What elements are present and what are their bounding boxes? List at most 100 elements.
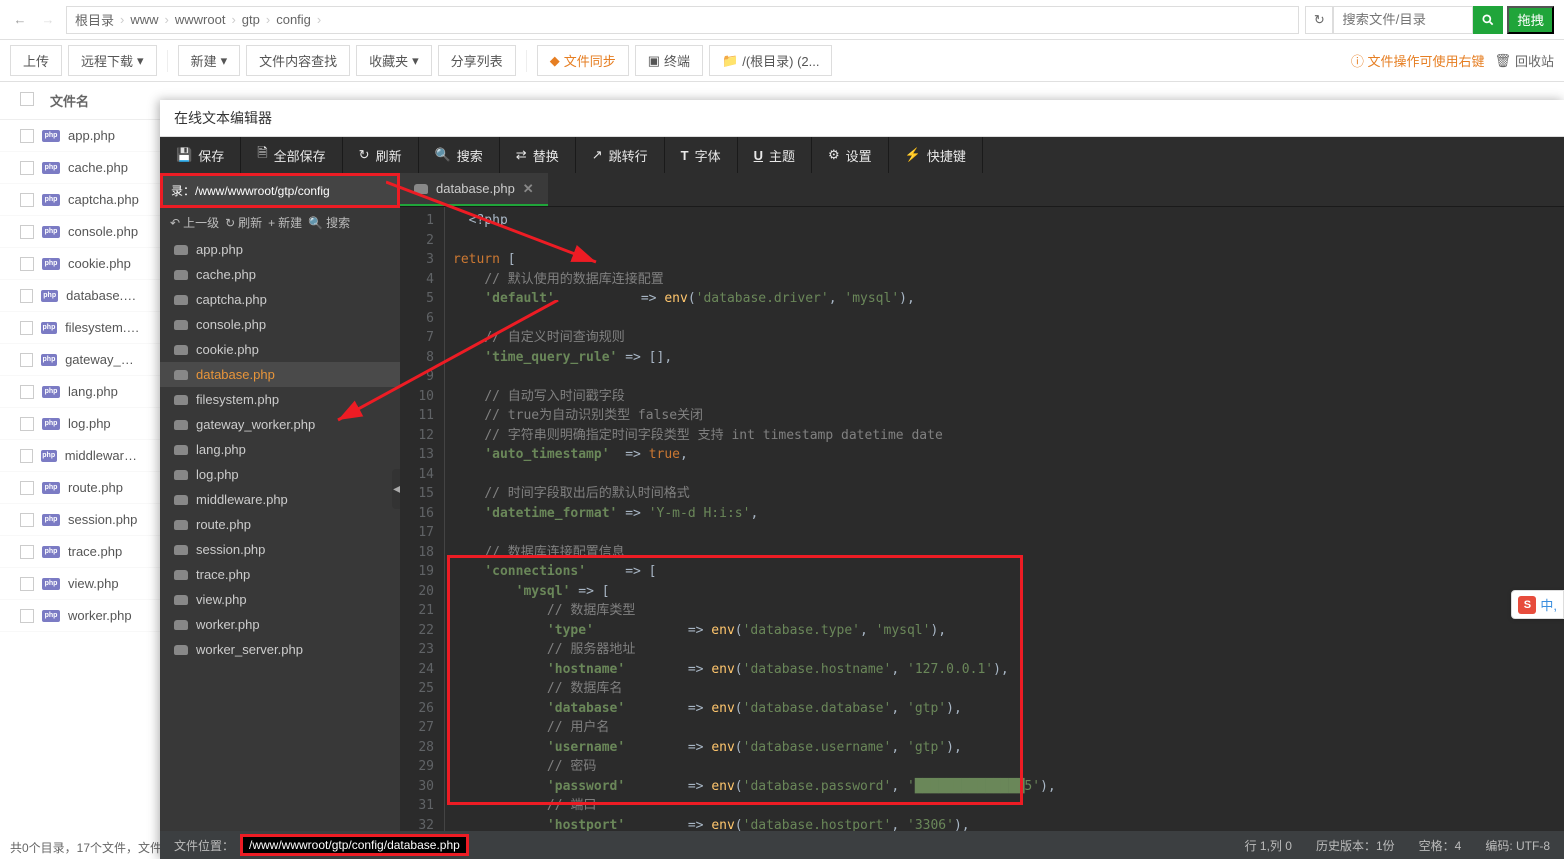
- sidebar-path[interactable]: 录：/www/wwwroot/gtp/config: [160, 173, 400, 208]
- php-icon: php: [41, 290, 58, 302]
- share-list-button[interactable]: 分享列表: [438, 45, 516, 76]
- spaces-info[interactable]: 空格：4: [1419, 837, 1462, 854]
- file-row[interactable]: phplog.php: [0, 408, 160, 440]
- sidebar-file-item[interactable]: worker.php: [160, 612, 400, 637]
- file-checkbox[interactable]: [20, 577, 34, 591]
- file-row[interactable]: phpgateway_work: [0, 344, 160, 376]
- sidebar-file-item[interactable]: trace.php: [160, 562, 400, 587]
- chevron-down-icon: ▾: [137, 53, 144, 69]
- nav-back-icon[interactable]: ←: [10, 10, 30, 30]
- file-checkbox[interactable]: [20, 353, 33, 367]
- theme-button[interactable]: U主题: [738, 137, 812, 173]
- file-checkbox[interactable]: [20, 129, 34, 143]
- file-checkbox[interactable]: [20, 289, 33, 303]
- search-content-button[interactable]: 文件内容查找: [246, 45, 350, 76]
- sidebar-file-item[interactable]: captcha.php: [160, 287, 400, 312]
- file-checkbox[interactable]: [20, 161, 34, 175]
- refresh-icon[interactable]: ↻: [1305, 6, 1333, 34]
- file-checkbox[interactable]: [20, 481, 34, 495]
- new-button[interactable]: + 新建: [268, 214, 302, 231]
- sidebar-file-item[interactable]: worker_server.php: [160, 637, 400, 662]
- sidebar-file-item[interactable]: console.php: [160, 312, 400, 337]
- new-button[interactable]: 新建 ▾: [178, 45, 241, 76]
- file-row[interactable]: phpcookie.php: [0, 248, 160, 280]
- file-row[interactable]: phpfilesystem.php: [0, 312, 160, 344]
- file-name: lang.php: [68, 384, 118, 399]
- file-checkbox[interactable]: [20, 225, 34, 239]
- breadcrumb-item[interactable]: config: [276, 12, 311, 27]
- encoding-info[interactable]: 编码: UTF-8: [1485, 837, 1550, 854]
- sidebar-file-item[interactable]: cache.php: [160, 262, 400, 287]
- sidebar-file-item[interactable]: view.php: [160, 587, 400, 612]
- file-row[interactable]: phpapp.php: [0, 120, 160, 152]
- favorites-button[interactable]: 收藏夹 ▾: [356, 45, 432, 76]
- settings-button[interactable]: ⚙设置: [812, 137, 889, 173]
- shortcuts-button[interactable]: ⚡快捷键: [889, 137, 983, 173]
- file-row[interactable]: phpview.php: [0, 568, 160, 600]
- up-button[interactable]: ↶ 上一级: [170, 214, 219, 231]
- save-all-button[interactable]: 🗎全部保存: [241, 137, 342, 173]
- search-button[interactable]: 🔍搜索: [419, 137, 500, 173]
- ime-icon: S: [1518, 596, 1536, 614]
- sidebar-file-item[interactable]: middleware.php: [160, 487, 400, 512]
- sidebar-file-item[interactable]: route.php: [160, 512, 400, 537]
- sidebar-file-item[interactable]: cookie.php: [160, 337, 400, 362]
- breadcrumb-item[interactable]: gtp: [242, 12, 260, 27]
- breadcrumb-item[interactable]: 根目录: [75, 10, 114, 29]
- refresh-button[interactable]: ↻ 刷新: [225, 214, 262, 231]
- file-checkbox[interactable]: [20, 513, 34, 527]
- file-row[interactable]: phptrace.php: [0, 536, 160, 568]
- close-icon[interactable]: ✕: [523, 181, 534, 197]
- file-row[interactable]: phproute.php: [0, 472, 160, 504]
- sidebar-file-item[interactable]: session.php: [160, 537, 400, 562]
- terminal-button[interactable]: ▣ 终端: [635, 45, 703, 76]
- font-button[interactable]: T字体: [665, 137, 738, 173]
- search-button[interactable]: 🔍 搜索: [308, 214, 350, 231]
- file-checkbox[interactable]: [20, 609, 34, 623]
- save-button[interactable]: 💾保存: [160, 137, 241, 173]
- code-tab[interactable]: database.php ✕: [400, 173, 548, 206]
- sidebar-file-item[interactable]: filesystem.php: [160, 387, 400, 412]
- file-row[interactable]: phpmiddleware.ph: [0, 440, 160, 472]
- file-checkbox[interactable]: [20, 385, 34, 399]
- goto-button[interactable]: ↗跳转行: [576, 137, 665, 173]
- sidebar-file-item[interactable]: gateway_worker.php: [160, 412, 400, 437]
- file-row[interactable]: phpcache.php: [0, 152, 160, 184]
- history-info[interactable]: 历史版本：1份: [1316, 837, 1395, 854]
- breadcrumb-item[interactable]: www: [130, 12, 158, 27]
- replace-button[interactable]: ⇄替换: [500, 137, 576, 173]
- php-icon: [174, 295, 188, 305]
- search-input[interactable]: [1333, 6, 1473, 34]
- code-lines[interactable]: <?php return [ // 默认使用的数据库连接配置 'default'…: [445, 207, 1564, 831]
- file-sync-button[interactable]: ◆ 文件同步: [537, 45, 629, 76]
- sidebar-file-item[interactable]: app.php: [160, 237, 400, 262]
- upload-button[interactable]: 上传: [10, 45, 62, 76]
- file-row[interactable]: phpconsole.php: [0, 216, 160, 248]
- refresh-button[interactable]: ↻刷新: [343, 137, 419, 173]
- trash-button[interactable]: 🗑 回收站: [1494, 51, 1554, 70]
- drag-button[interactable]: 拖拽: [1507, 6, 1554, 34]
- breadcrumb-item[interactable]: wwwroot: [175, 12, 226, 27]
- sidebar-file-item[interactable]: database.php: [160, 362, 400, 387]
- code-body[interactable]: 1234567891011121314151617181920212223242…: [400, 207, 1564, 831]
- file-checkbox[interactable]: [20, 417, 34, 431]
- file-row[interactable]: phplang.php: [0, 376, 160, 408]
- sidebar-file-item[interactable]: log.php: [160, 462, 400, 487]
- file-checkbox[interactable]: [20, 257, 34, 271]
- file-row[interactable]: phpdatabase.php: [0, 280, 160, 312]
- file-row[interactable]: phpcaptcha.php: [0, 184, 160, 216]
- file-checkbox[interactable]: [20, 449, 33, 463]
- file-checkbox[interactable]: [20, 321, 33, 335]
- file-checkbox[interactable]: [20, 545, 34, 559]
- root-dir-button[interactable]: 📁 /(根目录) (2...: [709, 45, 832, 76]
- select-all-checkbox[interactable]: [20, 92, 34, 106]
- ime-badge[interactable]: S 中,: [1511, 590, 1564, 619]
- file-row[interactable]: phpsession.php: [0, 504, 160, 536]
- nav-forward-icon[interactable]: →: [38, 10, 58, 30]
- file-name: gateway_worker.php: [196, 417, 315, 432]
- file-row[interactable]: phpworker.php: [0, 600, 160, 632]
- remote-download-button[interactable]: 远程下载 ▾: [68, 45, 157, 76]
- search-button[interactable]: [1473, 6, 1503, 34]
- sidebar-file-item[interactable]: lang.php: [160, 437, 400, 462]
- file-checkbox[interactable]: [20, 193, 34, 207]
